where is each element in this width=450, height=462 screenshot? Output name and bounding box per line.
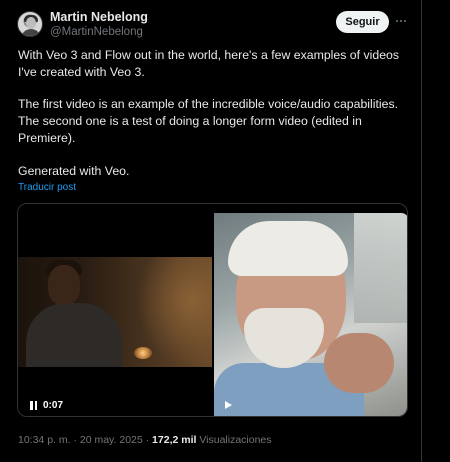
post-text-paragraph-2: The first video is an example of the inc… [18,97,399,145]
tweet-post: Martin Nebelong @MartinNebelong Seguir W… [0,0,450,462]
translate-post-link[interactable]: Traducir post [18,182,76,193]
views-label: Visualizaciones [196,434,272,446]
post-text-paragraph-3: Generated with Veo. [18,164,130,178]
media-grid: 0:07 [17,203,408,417]
avatar[interactable] [17,11,43,37]
views-count: 172,2 mil [152,434,197,446]
column-divider [421,0,422,462]
post-text-paragraph-1: With Veo 3 and Flow out in the world, he… [18,48,400,79]
follow-button[interactable]: Seguir [336,11,389,33]
author-name[interactable]: Martin Nebelong [50,10,148,24]
video-1-frame [18,257,212,367]
post-timestamp[interactable]: 10:34 p. m. · 20 may. 2025 · [18,434,152,446]
pause-icon[interactable] [30,401,38,410]
post-metadata: 10:34 p. m. · 20 may. 2025 · 172,2 mil V… [18,434,272,446]
video-player-1[interactable] [18,204,212,416]
play-icon[interactable] [225,401,232,409]
video-1-timestamp: 0:07 [43,400,64,411]
more-horizontal-icon[interactable] [396,15,410,27]
author-handle[interactable]: @MartinNebelong [50,26,143,38]
video-player-2[interactable] [214,213,407,416]
